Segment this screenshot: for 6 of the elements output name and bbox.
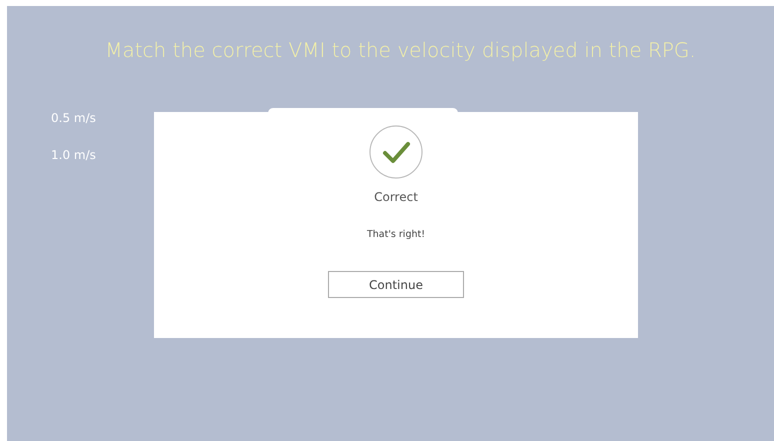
continue-button[interactable]: Continue xyxy=(328,271,464,298)
result-heading: Correct xyxy=(374,190,418,204)
feedback-message: That's right! xyxy=(366,229,426,240)
velocity-label: 1.0 m/s xyxy=(51,147,97,164)
question-title: Match the correct VMI to the velocity displayed in the RPG. xyxy=(104,38,697,62)
velocity-label: 0.5 m/s xyxy=(51,110,97,127)
